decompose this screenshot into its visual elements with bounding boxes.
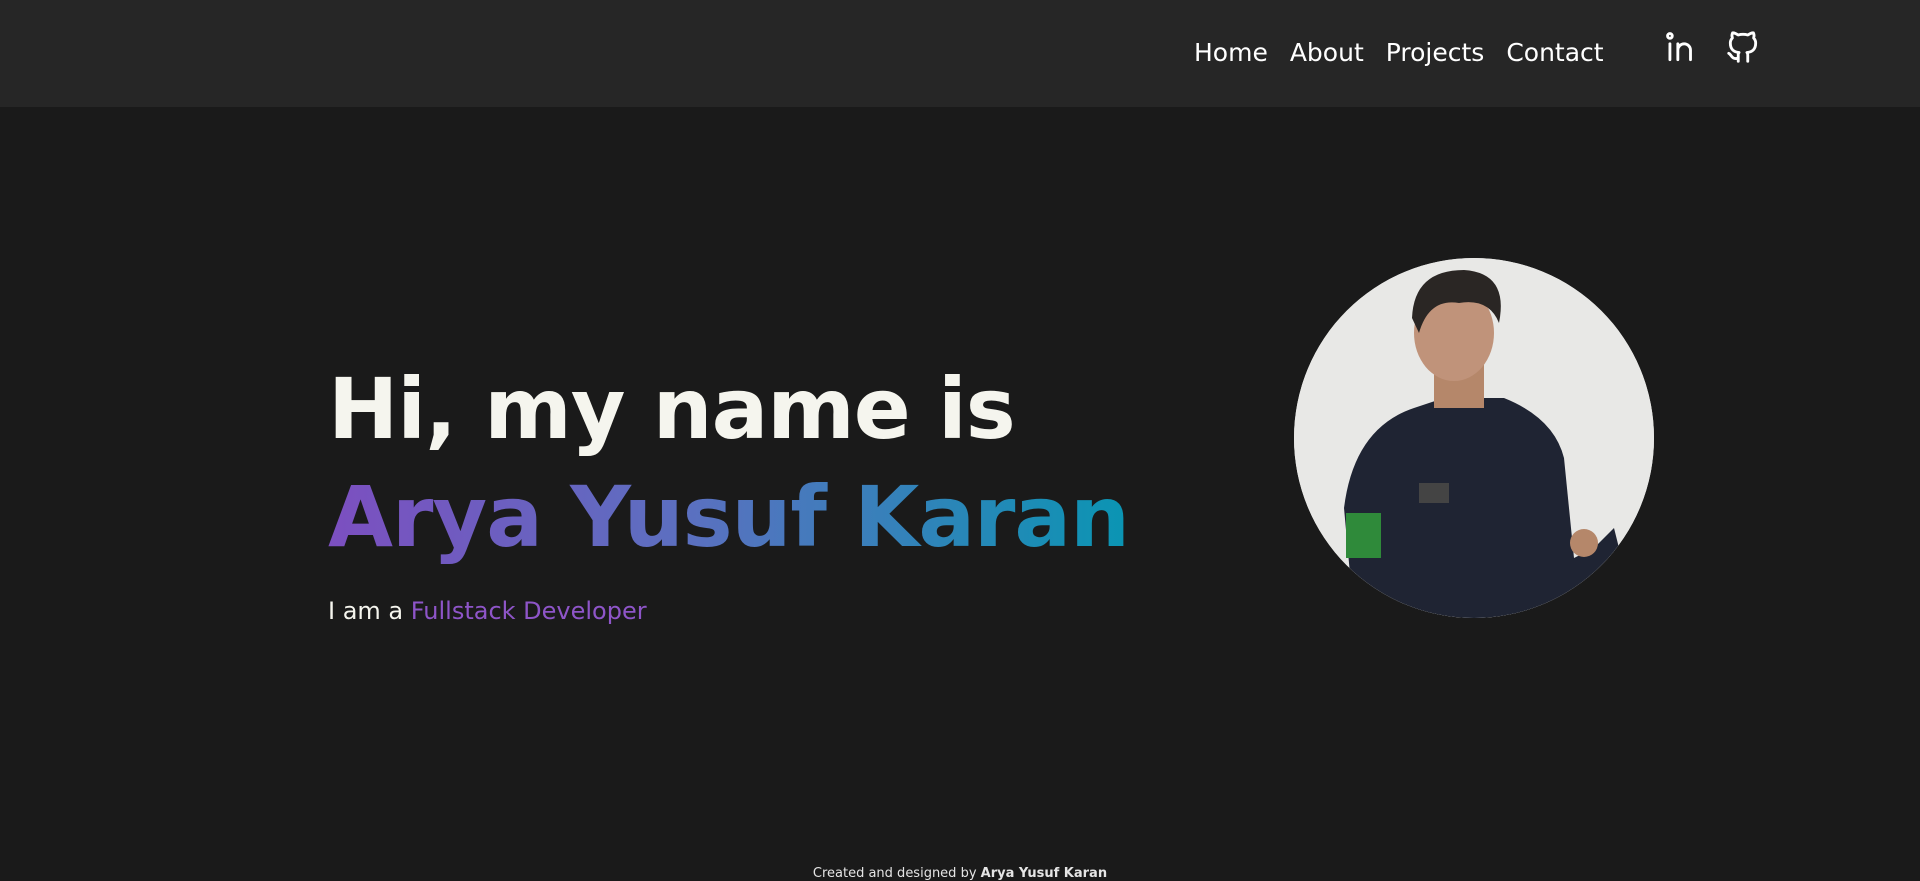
nav-projects[interactable]: Projects (1386, 38, 1485, 67)
hero: Hi, my name is Arya Yusuf Karan I am a F… (328, 355, 1130, 625)
github-icon[interactable] (1724, 28, 1762, 70)
nav-contact[interactable]: Contact (1506, 38, 1603, 67)
intro-text: I am a (328, 597, 404, 625)
linkedin-icon[interactable] (1662, 28, 1700, 70)
nav-about[interactable]: About (1290, 38, 1364, 67)
name-heading: Arya Yusuf Karan (328, 463, 1130, 571)
nav-home[interactable]: Home (1194, 38, 1268, 67)
header: Home About Projects Contact (0, 0, 1920, 107)
intro-line: I am a Fullstack Developer (328, 597, 1129, 625)
footer: Created and designed by Arya Yusuf Karan (0, 866, 1920, 881)
greeting-heading: Hi, my name is (328, 360, 1016, 458)
footer-text: Created and designed by (812, 866, 977, 881)
main-nav: Home About Projects Contact (1194, 38, 1604, 67)
social-links (1662, 28, 1762, 70)
footer-author: Arya Yusuf Karan (980, 866, 1108, 881)
role-text: Fullstack Developer (410, 597, 647, 625)
profile-photo (1294, 258, 1654, 618)
